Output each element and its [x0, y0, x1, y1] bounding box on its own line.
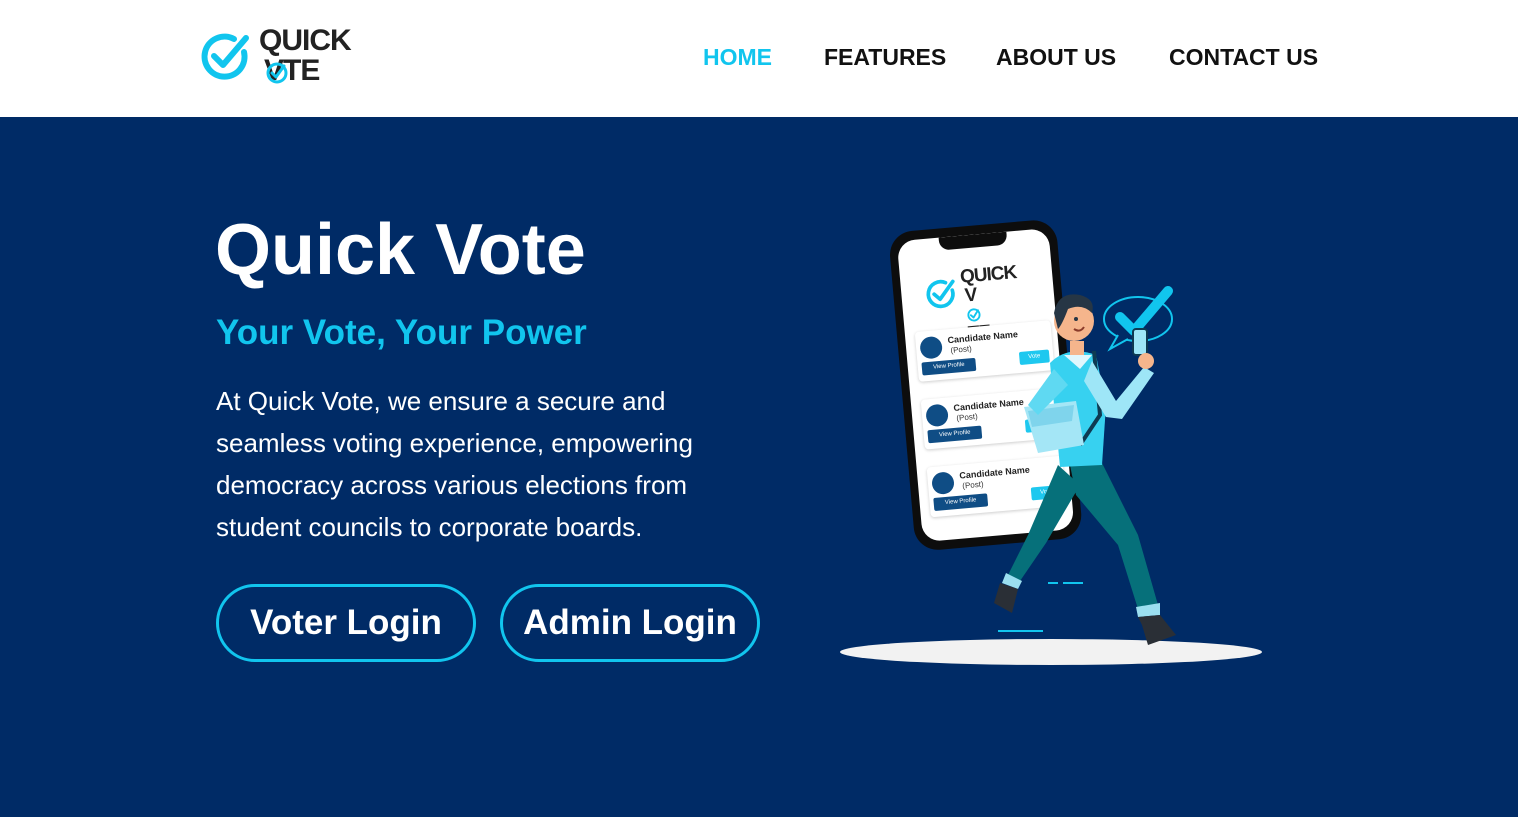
nav-contact-link[interactable]: CONTACT US: [1169, 42, 1318, 72]
candidate-avatar: [919, 335, 944, 360]
nav-features-link[interactable]: FEATURES: [824, 42, 946, 72]
candidate-post: (Post): [956, 411, 979, 423]
admin-login-button[interactable]: Admin Login: [500, 584, 760, 662]
nav-home-link[interactable]: HOME: [703, 42, 772, 72]
voter-login-button[interactable]: Voter Login: [216, 584, 476, 662]
candidate-avatar: [925, 403, 950, 428]
main-nav: HOME FEATURES ABOUT US CONTACT US: [0, 42, 1518, 72]
phone-logo-line1: QUICK: [959, 262, 1018, 288]
candidate-avatar: [931, 471, 955, 496]
view-profile-button: View Profile: [921, 357, 977, 376]
site-header: QUICK V TE HOME FEATURES ABOUT US CONTACT…: [0, 0, 1518, 117]
check-circle-icon: [926, 279, 955, 309]
hero-tagline: Your Vote, Your Power: [216, 313, 587, 352]
walking-person-illustration: [994, 286, 1176, 645]
hero-title: Quick Vote: [215, 210, 586, 290]
nav-about-link[interactable]: ABOUT US: [996, 42, 1116, 72]
voting-illustration: QUICK VTE Candidate Name (Post) View Pro…: [838, 218, 1268, 670]
candidate-post: (Post): [950, 344, 973, 355]
view-profile-button: View Profile: [927, 425, 983, 444]
candidate-post: (Post): [961, 479, 984, 491]
hero-description: At Quick Vote, we ensure a secure and se…: [216, 386, 693, 542]
view-profile-button: View Profile: [933, 493, 989, 512]
phone-notch: [938, 231, 1008, 251]
check-circle-icon: [967, 308, 981, 322]
